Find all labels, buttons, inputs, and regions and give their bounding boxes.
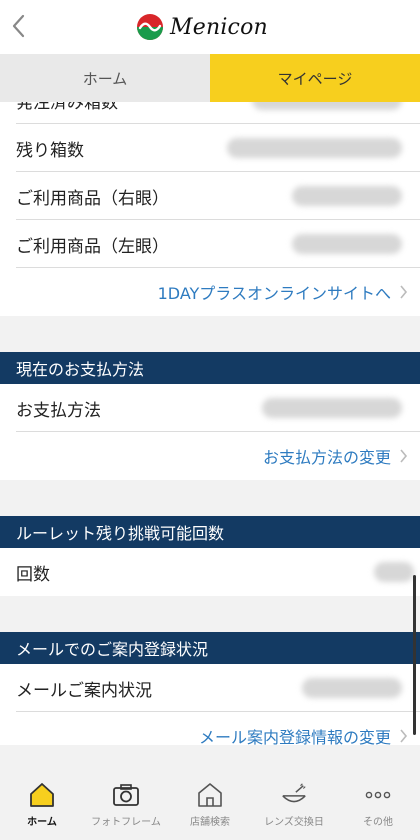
change-mail-link-label: メール案内登録情報の変更	[198, 728, 391, 745]
back-button[interactable]	[6, 10, 30, 42]
payment-method-value	[262, 398, 402, 418]
camera-icon	[112, 781, 140, 809]
store-icon	[196, 781, 224, 809]
chevron-right-icon	[399, 729, 408, 743]
section-gap	[0, 316, 420, 352]
product-left-row: ご利用商品（左眼）	[0, 220, 420, 268]
nav-store-search[interactable]: 店舗検索	[168, 745, 252, 840]
subscription-card: 発注済み箱数 残り箱数 ご利用商品（右眼） ご利用商品（左眼） 1DAYプラスオ…	[0, 102, 420, 316]
menicon-mark-icon	[137, 14, 163, 40]
bottom-nav: ホーム フォトフレーム 店舗検索 レンズ交換日 その他	[0, 745, 420, 840]
roulette-count-row: 回数	[0, 548, 420, 596]
remaining-boxes-value	[227, 138, 402, 158]
section-gap	[0, 596, 420, 632]
ordered-boxes-value	[252, 102, 402, 110]
app-header: Menicon	[0, 0, 420, 54]
mail-status-row: メールご案内状況	[0, 664, 420, 712]
nav-home-label: ホーム	[27, 817, 57, 828]
payment-section-title: 現在のお支払方法	[0, 352, 420, 384]
nav-home[interactable]: ホーム	[0, 745, 84, 840]
scrollbar[interactable]	[413, 575, 416, 735]
oneday-plus-link-label: 1DAYプラスオンラインサイトへ	[157, 284, 391, 303]
home-icon	[28, 781, 56, 809]
ordered-boxes-row: 発注済み箱数	[0, 102, 420, 124]
payment-card: お支払方法 お支払方法の変更	[0, 384, 420, 480]
top-tabs: ホーム マイページ	[0, 54, 420, 102]
oneday-plus-link[interactable]: 1DAYプラスオンラインサイトへ	[0, 268, 420, 316]
change-payment-link[interactable]: お支払方法の変更	[0, 432, 420, 480]
nav-lens-exchange[interactable]: レンズ交換日	[252, 745, 336, 840]
change-mail-link[interactable]: メール案内登録情報の変更	[0, 712, 420, 745]
tab-mypage[interactable]: マイページ	[210, 54, 420, 102]
tab-home[interactable]: ホーム	[0, 54, 210, 102]
product-right-row: ご利用商品（右眼）	[0, 172, 420, 220]
more-icon	[364, 781, 392, 809]
roulette-card: 回数	[0, 548, 420, 596]
logo-text: Menicon	[170, 14, 268, 40]
scroll-content[interactable]: 発注済み箱数 残り箱数 ご利用商品（右眼） ご利用商品（左眼） 1DAYプラスオ…	[0, 102, 420, 745]
payment-method-row: お支払方法	[0, 384, 420, 432]
nav-more[interactable]: その他	[336, 745, 420, 840]
change-payment-link-label: お支払方法の変更	[262, 448, 391, 467]
lens-case-icon	[280, 781, 308, 809]
remaining-boxes-row: 残り箱数	[0, 124, 420, 172]
roulette-count-label: 回数	[16, 564, 50, 585]
mail-section-title: メールでのご案内登録状況	[0, 632, 420, 664]
chevron-right-icon	[399, 449, 408, 463]
nav-more-label: その他	[363, 817, 393, 828]
menicon-logo: Menicon	[136, 13, 268, 41]
roulette-section-title: ルーレット残り挑戦可能回数	[0, 516, 420, 548]
mail-status-value	[302, 678, 402, 698]
mail-card: メールご案内状況 メール案内登録情報の変更	[0, 664, 420, 745]
nav-store-search-label: 店舗検索	[190, 817, 230, 828]
nav-photo-frame[interactable]: フォトフレーム	[84, 745, 168, 840]
product-right-value	[292, 186, 402, 206]
nav-photo-frame-label: フォトフレーム	[91, 817, 161, 828]
chevron-left-icon	[12, 14, 25, 38]
section-gap	[0, 480, 420, 516]
product-left-value	[292, 234, 402, 254]
roulette-count-value	[374, 562, 414, 582]
nav-lens-exchange-label: レンズ交換日	[264, 817, 324, 828]
chevron-right-icon	[399, 285, 408, 299]
